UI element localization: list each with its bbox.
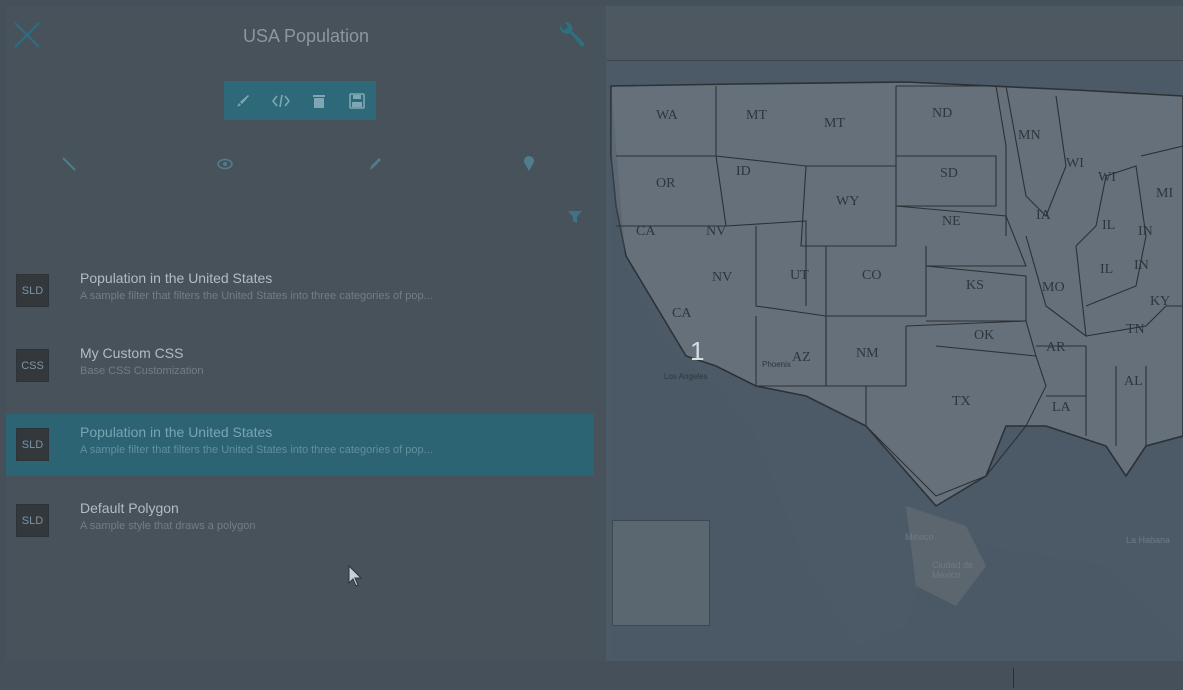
list-item[interactable]: SLD Default Polygon A sample style that …	[6, 490, 594, 552]
state-label: LA	[1052, 400, 1071, 415]
city-label: Mexico	[905, 532, 934, 542]
state-label: KY	[1150, 294, 1171, 309]
item-description: A sample filter that filters the United …	[80, 444, 433, 456]
state-label: IN	[1138, 224, 1153, 239]
item-description: Base CSS Customization	[80, 365, 204, 377]
list-item[interactable]: SLD Population in the United States A sa…	[6, 260, 594, 322]
city-label: Ciudad de México	[932, 560, 974, 580]
state-label: AL	[1124, 374, 1143, 389]
state-label: IL	[1100, 262, 1114, 277]
state-label: MO	[1042, 280, 1065, 295]
state-label: WI	[1098, 170, 1116, 185]
wrench-icon[interactable]	[56, 151, 82, 177]
sld-badge-icon: SLD	[16, 274, 49, 307]
pencil-icon[interactable]	[362, 151, 388, 177]
filter-icon[interactable]	[566, 208, 584, 226]
state-label: SD	[940, 166, 958, 181]
mouse-cursor-icon	[348, 564, 364, 594]
state-label: WA	[656, 108, 678, 123]
state-label: NV	[706, 224, 727, 239]
list-item[interactable]: CSS My Custom CSS Base CSS Customization	[6, 335, 594, 397]
scale-bar	[1013, 668, 1174, 688]
item-title: Default Polygon	[80, 500, 179, 516]
item-title: My Custom CSS	[80, 345, 184, 361]
state-label: TN	[1126, 322, 1145, 337]
sld-badge-icon: SLD	[16, 504, 49, 537]
city-label: Phoenix	[762, 360, 791, 369]
state-label: UT	[790, 268, 809, 283]
sld-badge-icon: SLD	[16, 428, 49, 461]
close-icon[interactable]	[12, 20, 42, 50]
state-label: MN	[1018, 128, 1041, 143]
item-description: A sample filter that filters the United …	[80, 290, 433, 302]
state-label: TX	[952, 394, 971, 409]
css-badge-icon: CSS	[16, 349, 49, 382]
save-icon[interactable]	[345, 89, 369, 113]
item-title: Population in the United States	[80, 424, 273, 440]
state-label: MI	[1156, 186, 1174, 201]
list-item-selected[interactable]: SLD Population in the United States A sa…	[6, 414, 594, 476]
trash-icon[interactable]	[307, 89, 331, 113]
item-title: Population in the United States	[80, 270, 273, 286]
state-label: MT	[824, 116, 845, 131]
state-label: IL	[1102, 218, 1116, 233]
state-label: IN	[1134, 258, 1149, 273]
page-title: USA Population	[242, 26, 370, 46]
city-label: Los Angeles	[664, 372, 708, 381]
state-label: OK	[974, 328, 995, 343]
state-label: AR	[1046, 340, 1066, 355]
state-label: CA	[636, 224, 656, 239]
search-input[interactable]	[631, 22, 1135, 46]
state-label: WI	[1066, 156, 1084, 171]
city-label: La Habana	[1126, 535, 1171, 545]
map-search-bar	[607, 8, 1183, 61]
state-label: NE	[942, 214, 961, 229]
cluster-count[interactable]: 1	[690, 336, 704, 367]
style-toolbar	[224, 81, 376, 120]
paint-brush-icon[interactable]	[231, 89, 255, 113]
state-label: KS	[966, 278, 984, 293]
state-label: WY	[836, 194, 860, 209]
code-icon[interactable]	[269, 89, 293, 113]
overview-map[interactable]	[612, 520, 710, 626]
style-editor-panel: USA Population SLD Population in the Uni…	[6, 6, 606, 661]
state-label: MT	[746, 108, 767, 123]
state-label: ID	[736, 164, 751, 179]
state-label: IA	[1036, 208, 1051, 223]
state-label: CA	[672, 306, 692, 321]
map-marker-icon[interactable]	[516, 151, 542, 177]
state-label: ND	[932, 106, 953, 121]
eye-icon[interactable]	[212, 151, 238, 177]
state-label: NV	[712, 270, 733, 285]
wrench-icon[interactable]	[556, 20, 588, 52]
state-label: OR	[656, 176, 676, 191]
item-description: A sample style that draws a polygon	[80, 520, 256, 532]
state-label: AZ	[792, 350, 811, 365]
state-label: CO	[862, 268, 882, 283]
style-tabs	[6, 151, 606, 179]
state-label: NM	[856, 346, 879, 361]
